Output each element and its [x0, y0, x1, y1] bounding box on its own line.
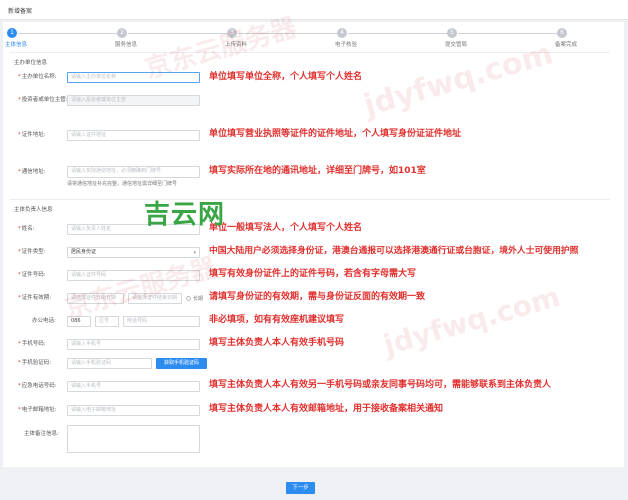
- cert-type-select[interactable]: 居民身份证 ▾: [67, 247, 200, 258]
- note-emergency: 填写主体负责人本人有效另一手机号码或亲友同事号码均可，需能够联系到主体负责人: [209, 380, 552, 390]
- cert-addr-input[interactable]: 请输入证件地址: [67, 130, 200, 141]
- note-cert-addr: 单位填写营业执照等证件的证件地址，个人填写身份证证件地址: [209, 129, 462, 139]
- step-number: 3: [227, 28, 237, 38]
- step-verify[interactable]: 4 电子核验: [335, 28, 397, 52]
- note-owner-name: 单位一般填写法人，个人填写个人姓名: [209, 223, 363, 233]
- step-label: 提交管局: [445, 42, 468, 48]
- chevron-down-icon: ▾: [193, 250, 196, 256]
- step-number: 6: [557, 28, 567, 38]
- mail-addr-hint: 请将通信地址补充完整，通信地址需详细至门牌号: [67, 181, 178, 187]
- validity-long-label: 长期: [193, 296, 204, 302]
- gov-input[interactable]: 请输入投资者或单位主管: [67, 95, 200, 106]
- email-input[interactable]: 请输入电子邮箱地址: [67, 405, 200, 416]
- section-divider: [10, 199, 610, 200]
- section-title-sponsor: 主办单位信息: [14, 60, 48, 66]
- step-label: 电子核验: [335, 42, 358, 48]
- step-complete[interactable]: 6 备案完成: [555, 28, 617, 52]
- step-upload[interactable]: 3 上传资料: [225, 28, 287, 52]
- step-label: 服务信息: [115, 42, 138, 48]
- section-title-owner: 主体负责人信息: [14, 207, 53, 213]
- step-submit[interactable]: 5 提交管局: [445, 28, 507, 52]
- section-divider: [10, 52, 610, 53]
- next-step-button[interactable]: 下一步: [286, 482, 315, 494]
- phone-country-code-input[interactable]: 086: [67, 316, 91, 327]
- site-logo: 吉云网: [144, 200, 226, 230]
- note-cert-type: 中国大陆用户必须选择身份证，港澳台通报可以选择港澳通行证或台胞证，境外人士可使用…: [209, 246, 579, 256]
- phone-area-code-input[interactable]: 区号: [95, 316, 119, 327]
- note-office-phone: 非必填项，如有有效座机建议填写: [209, 315, 345, 325]
- phone-number-input[interactable]: 电话号码: [123, 316, 200, 327]
- step-number: 1: [7, 28, 17, 38]
- note-email: 填写主体负责人本人有效邮箱地址，用于接收备案相关通知: [209, 404, 444, 414]
- cert-no-input[interactable]: 请输入证件号码: [67, 270, 200, 281]
- mail-addr-input[interactable]: 请输入实际通信地址，必须精确到门牌号: [67, 166, 200, 178]
- step-number: 4: [337, 28, 347, 38]
- sms-code-input[interactable]: 请输入手机验证码: [67, 358, 152, 369]
- note-mobile: 填写主体负责人本人有效手机号码: [209, 338, 345, 348]
- step-label: 主体信息: [5, 42, 28, 48]
- note-validity: 请填写身份证的有效期，需与身份证反面的有效期一致: [209, 292, 426, 302]
- progress-steps: 1 主体信息 2 服务信息 3 上传资料 4 电子核验 5 提交管局 6 备案完…: [3, 28, 624, 52]
- sponsor-name-input[interactable]: 请输入主办单位名称: [67, 72, 200, 83]
- step-label: 上传资料: [225, 42, 248, 48]
- top-bar: 新增备案: [0, 0, 628, 20]
- page-title: 新增备案: [8, 8, 33, 15]
- validity-long-radio[interactable]: [186, 296, 191, 301]
- step-number: 2: [117, 28, 127, 38]
- step-sponsor-info[interactable]: 1 主体信息: [5, 28, 67, 52]
- emergency-phone-input[interactable]: 请输入手机号: [67, 381, 200, 392]
- get-sms-code-button[interactable]: 获取手机验证码: [156, 358, 207, 369]
- note-sponsor-name: 单位填写单位全称，个人填写个人姓名: [209, 72, 363, 82]
- note-mail-addr: 填写实际所在地的通讯地址，详细至门牌号，如101室: [209, 166, 426, 176]
- step-number: 5: [447, 28, 457, 38]
- validity-end-input[interactable]: 请选择证件结束日期: [128, 293, 182, 304]
- note-cert-no: 填写有效身份证件上的证件号码，若含有字母需大写: [209, 269, 417, 279]
- remark-textarea[interactable]: [67, 425, 200, 453]
- step-label: 备案完成: [555, 42, 578, 48]
- mobile-input[interactable]: 请输入手机号: [67, 339, 200, 350]
- step-service-info[interactable]: 2 服务信息: [115, 28, 177, 52]
- form-card: 1 主体信息 2 服务信息 3 上传资料 4 电子核验 5 提交管局 6 备案完…: [3, 22, 624, 467]
- validity-start-input[interactable]: 请选择证件开始日期: [67, 293, 124, 304]
